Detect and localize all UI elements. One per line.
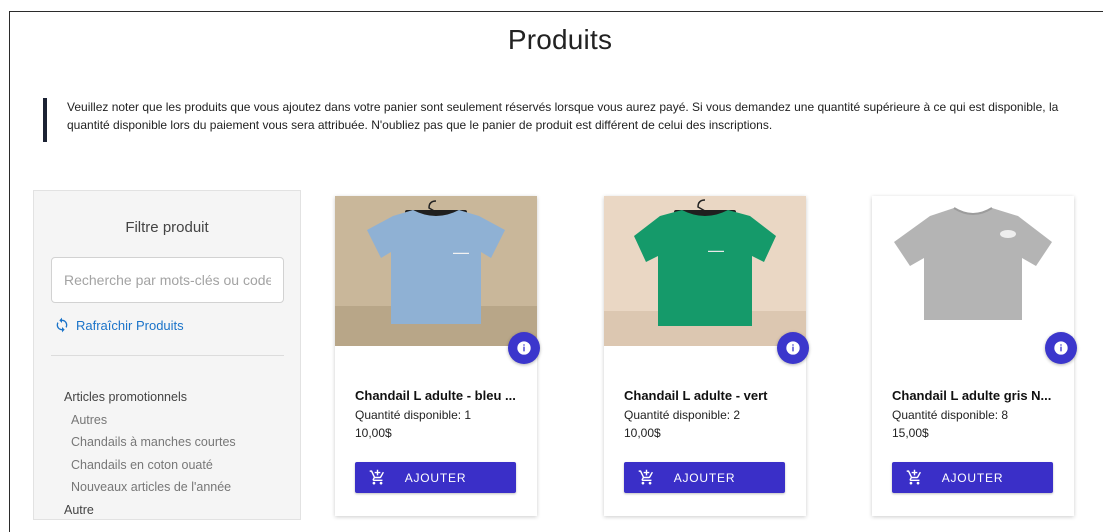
product-card: ▬▬▬▬ Chandail L adulte - bleu ... Quanti…: [335, 196, 540, 516]
category-nouveaux-articles[interactable]: Nouveaux articles de l'année: [64, 476, 236, 499]
notice-line-2: quantité disponible lors du paiement vou…: [67, 118, 773, 132]
category-chandails-coton-ouate[interactable]: Chandails en coton ouaté: [64, 454, 236, 477]
tshirt-photo-grey: [872, 196, 1074, 346]
svg-text:▬▬▬▬: ▬▬▬▬: [453, 250, 469, 255]
category-list: Articles promotionnels Autres Chandails …: [64, 386, 236, 521]
category-chandails-manches-courtes[interactable]: Chandails à manches courtes: [64, 431, 236, 454]
product-price: 10,00$: [355, 426, 392, 440]
product-quantity: Quantité disponible: 8: [892, 408, 1009, 422]
product-quantity: Quantité disponible: 1: [355, 408, 472, 422]
product-image: ▬▬▬▬: [604, 196, 806, 346]
category-autre[interactable]: Autre: [64, 499, 236, 522]
product-info-button[interactable]: [777, 332, 809, 364]
product-card: Chandail L adulte gris N... Quantité dis…: [872, 196, 1077, 516]
product-image: ▬▬▬▬: [335, 196, 537, 346]
add-to-cart-label: AJOUTER: [941, 470, 1004, 485]
info-icon: [786, 341, 800, 355]
product-info-button[interactable]: [1045, 332, 1077, 364]
product-name[interactable]: Chandail L adulte gris N...: [892, 388, 1064, 403]
info-icon: [517, 341, 531, 355]
refresh-products-button[interactable]: Rafraîchir Produits: [54, 317, 184, 333]
notice-line-1: Veuillez noter que les produits que vous…: [67, 100, 1059, 114]
svg-text:▬▬▬▬: ▬▬▬▬: [708, 248, 724, 253]
page-title: Produits: [507, 24, 613, 55]
product-image: [872, 196, 1074, 346]
product-info-button[interactable]: [508, 332, 540, 364]
product-name[interactable]: Chandail L adulte - vert: [624, 388, 796, 403]
tshirt-photo-green: ▬▬▬▬: [604, 196, 806, 346]
filter-panel: Filtre produit Rafraîchir Produits Artic…: [33, 190, 301, 520]
search-input[interactable]: [51, 257, 284, 303]
product-price: 15,00$: [892, 426, 929, 440]
add-to-cart-button[interactable]: AJOUTER: [355, 462, 516, 493]
add-to-cart-label: AJOUTER: [673, 470, 736, 485]
category-articles-promotionnels[interactable]: Articles promotionnels: [64, 386, 236, 409]
refresh-icon: [56, 317, 68, 333]
notice-message: Veuillez noter que les produits que vous…: [43, 98, 1103, 142]
add-to-cart-label: AJOUTER: [404, 470, 467, 485]
product-quantity: Quantité disponible: 2: [624, 408, 741, 422]
tshirt-photo-blue: ▬▬▬▬: [335, 196, 537, 346]
filter-divider: [51, 355, 284, 356]
filter-title: Filtre produit: [125, 219, 209, 236]
product-price: 10,00$: [624, 426, 661, 440]
product-card: ▬▬▬▬ Chandail L adulte - vert Quantité d…: [604, 196, 809, 516]
info-icon: [1054, 341, 1068, 355]
product-name[interactable]: Chandail L adulte - bleu ...: [355, 388, 527, 403]
top-band: [0, 0, 1103, 11]
add-to-cart-button[interactable]: AJOUTER: [892, 462, 1053, 493]
add-to-cart-button[interactable]: AJOUTER: [624, 462, 785, 493]
category-autres[interactable]: Autres: [64, 409, 236, 432]
refresh-products-label: Rafraîchir Produits: [76, 317, 184, 333]
